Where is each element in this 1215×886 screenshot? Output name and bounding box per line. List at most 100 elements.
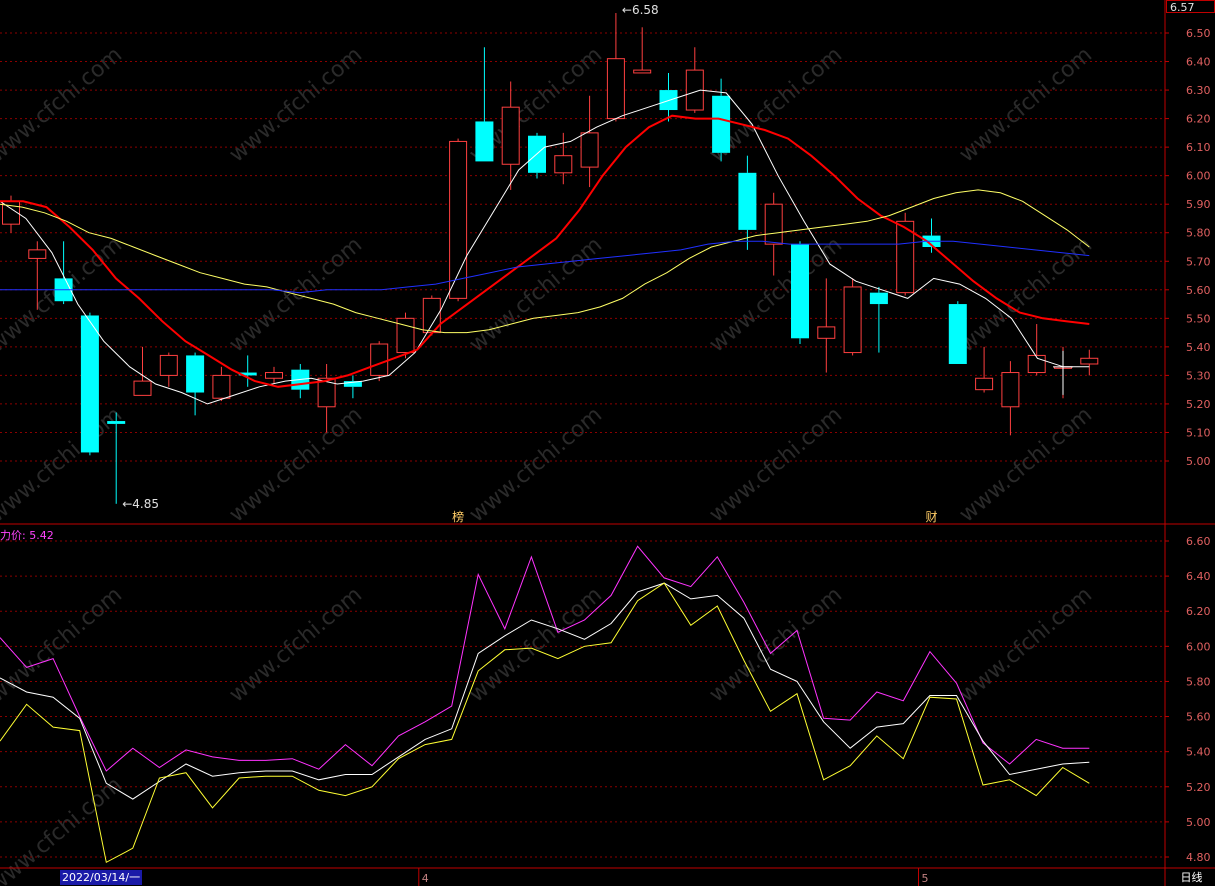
lower-tick-label: 6.20 xyxy=(1186,605,1211,618)
watermark-text: www.cfchi.com xyxy=(0,42,127,167)
watermark-text: www.cfchi.com xyxy=(955,582,1097,707)
watermark-text: www.cfchi.com xyxy=(705,232,847,357)
price-axis: 6.50 6.40 6.30 6.20 6.10 6.00 5.90 5.80 5.70 5.60… xyxy=(1165,27,1211,864)
candle-body-up xyxy=(817,326,836,339)
watermark-text: www.cfchi.com xyxy=(705,582,847,707)
stock-chart: www.cfchi.com www.cfchi.com www.cfchi.com w… xyxy=(0,0,1215,886)
cursor-date-label: 2022/03/14/一 xyxy=(60,870,143,885)
upper-tick-label: 5.70 xyxy=(1186,255,1211,268)
candle xyxy=(186,352,205,416)
candle-body-up xyxy=(843,286,862,354)
period-label[interactable]: 日线 xyxy=(1168,870,1215,885)
candle-body-up xyxy=(580,132,599,168)
upper-tick-label: 6.30 xyxy=(1186,84,1211,97)
month-label: 4 xyxy=(422,872,429,885)
candle xyxy=(1001,361,1020,436)
candle-body-down xyxy=(738,172,757,230)
candle xyxy=(449,138,468,302)
candle xyxy=(159,352,178,387)
candle xyxy=(265,366,283,384)
upper-tick-label: 6.40 xyxy=(1186,56,1211,69)
candle-body-down xyxy=(475,121,494,162)
lower-tick-label: 5.20 xyxy=(1186,781,1211,794)
upper-tick-label: 5.00 xyxy=(1186,455,1211,468)
candle xyxy=(291,363,310,399)
lower-tick-label: 6.00 xyxy=(1186,640,1211,653)
candle-body-down xyxy=(186,355,205,393)
month-label: 5 xyxy=(922,872,929,885)
lower-tick-label: 5.40 xyxy=(1186,746,1211,759)
upper-tick-label: 5.10 xyxy=(1186,426,1211,439)
candle xyxy=(633,27,652,74)
candle-body-up xyxy=(764,203,783,245)
event-marker: 财 xyxy=(925,510,937,524)
candle xyxy=(528,132,546,179)
lower-tick-label: 5.00 xyxy=(1186,816,1211,829)
watermark-layer: www.cfchi.com www.cfchi.com www.cfchi.com w… xyxy=(0,42,1097,886)
upper-tick-label: 5.50 xyxy=(1186,312,1211,325)
candle xyxy=(869,286,888,353)
upper-tick-label: 5.20 xyxy=(1186,398,1211,411)
candle-body-down xyxy=(791,244,809,339)
candle-body-up xyxy=(265,372,283,379)
watermark-text: www.cfchi.com xyxy=(225,232,367,357)
watermark-text: www.cfchi.com xyxy=(955,232,1097,357)
watermark-text: www.cfchi.com xyxy=(225,582,367,707)
candle xyxy=(343,375,362,399)
upper-tick-label: 5.40 xyxy=(1186,341,1211,354)
upper-tick-label: 5.30 xyxy=(1186,369,1211,382)
candle xyxy=(606,13,625,122)
candle-body-up xyxy=(606,58,625,120)
candle-body-up xyxy=(212,374,231,399)
candle xyxy=(922,218,941,253)
upper-tick-label: 6.20 xyxy=(1186,113,1211,126)
candle-body-down xyxy=(869,292,888,305)
lower-tick-label: 4.80 xyxy=(1186,851,1211,864)
lower-tick-label: 6.60 xyxy=(1186,535,1211,548)
upper-tick-label: 6.00 xyxy=(1186,170,1211,183)
candle xyxy=(685,47,704,113)
watermark-text: www.cfchi.com xyxy=(465,582,607,707)
lower-tick-label: 6.40 xyxy=(1186,570,1211,583)
watermark-text: www.cfchi.com xyxy=(465,232,607,357)
lower-tick-label: 5.60 xyxy=(1186,711,1211,724)
candle-body-up xyxy=(1001,372,1020,408)
candle xyxy=(817,278,836,373)
event-marker: 榜 xyxy=(452,509,464,524)
candle-body-up xyxy=(975,377,994,391)
candle-body-up xyxy=(159,354,178,376)
candle xyxy=(1080,349,1099,376)
candle xyxy=(948,301,967,364)
candle-body-up xyxy=(554,155,573,174)
candle-body-up xyxy=(1080,357,1099,365)
extreme-label: ←6.58 xyxy=(622,3,659,17)
watermark-text: www.cfchi.com xyxy=(0,772,127,886)
extreme-label: ←4.85 xyxy=(122,497,159,511)
candle xyxy=(554,132,573,185)
watermark-text: www.cfchi.com xyxy=(225,402,367,527)
upper-tick-label: 5.80 xyxy=(1186,227,1211,240)
upper-tick-label: 6.10 xyxy=(1186,141,1211,154)
candle-body-down xyxy=(948,304,967,364)
candle xyxy=(212,366,231,402)
watermark-text: www.cfchi.com xyxy=(465,402,607,527)
candle-body-down xyxy=(712,95,731,153)
candle xyxy=(791,241,809,345)
indicator-line-white xyxy=(0,582,1090,800)
candle xyxy=(843,278,862,356)
candle xyxy=(80,312,99,456)
watermark-text: www.cfchi.com xyxy=(0,582,127,707)
candle-body-up xyxy=(633,69,652,74)
candle-body-down xyxy=(80,315,99,453)
indicator-line-magenta xyxy=(0,545,1090,772)
candle-body-up xyxy=(133,380,152,396)
candle xyxy=(1027,324,1046,376)
candle-body-up xyxy=(28,249,47,259)
candle xyxy=(975,346,994,393)
watermark-text: www.cfchi.com xyxy=(705,402,847,527)
indicator-title: 力价: 5.42 xyxy=(0,529,54,542)
candle-body-up xyxy=(370,343,389,376)
candle xyxy=(475,47,494,162)
indicator-panel[interactable] xyxy=(0,545,1090,864)
upper-tick-label: 5.60 xyxy=(1186,284,1211,297)
